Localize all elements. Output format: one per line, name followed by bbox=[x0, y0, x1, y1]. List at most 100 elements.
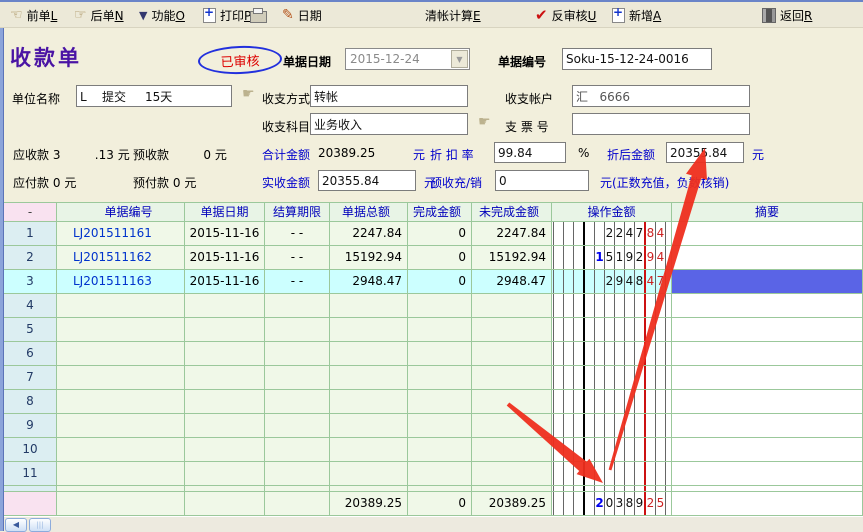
cell-op[interactable] bbox=[552, 462, 672, 486]
cell-num[interactable]: 11 bbox=[4, 462, 57, 486]
method-input[interactable] bbox=[310, 85, 468, 107]
cell-summary[interactable] bbox=[672, 342, 863, 366]
cell-num[interactable]: 3 bbox=[4, 270, 57, 294]
cell-undone[interactable] bbox=[472, 342, 552, 366]
cell-op[interactable]: 2038925 bbox=[552, 492, 672, 516]
cell-done[interactable]: 0 bbox=[408, 246, 472, 270]
cell-doc_no[interactable] bbox=[57, 294, 185, 318]
cell-summary[interactable] bbox=[672, 270, 863, 294]
cell-term[interactable] bbox=[265, 294, 330, 318]
cell-done[interactable] bbox=[408, 318, 472, 342]
cell-term[interactable]: - - bbox=[265, 246, 330, 270]
cell-done[interactable] bbox=[408, 342, 472, 366]
check-no-input[interactable] bbox=[572, 113, 750, 135]
cell-date[interactable] bbox=[185, 294, 265, 318]
cell-summary[interactable] bbox=[672, 492, 863, 516]
cell-num[interactable]: 4 bbox=[4, 294, 57, 318]
cell-summary[interactable] bbox=[672, 438, 863, 462]
cell-op[interactable]: 224784 bbox=[552, 222, 672, 246]
cell-term[interactable] bbox=[265, 414, 330, 438]
cell-term[interactable] bbox=[265, 366, 330, 390]
cell-op[interactable]: 294847 bbox=[552, 270, 672, 294]
cell-term[interactable]: - - bbox=[265, 270, 330, 294]
cell-done[interactable]: 0 bbox=[408, 270, 472, 294]
cell-doc_no[interactable]: LJ201511161 bbox=[57, 222, 185, 246]
cell-undone[interactable]: 15192.94 bbox=[472, 246, 552, 270]
table-row-7[interactable]: 7 bbox=[4, 366, 863, 390]
table-row-5[interactable]: 5 bbox=[4, 318, 863, 342]
cell-done[interactable] bbox=[408, 414, 472, 438]
cell-doc_no[interactable] bbox=[57, 366, 185, 390]
cell-op[interactable] bbox=[552, 366, 672, 390]
cell-undone[interactable] bbox=[472, 318, 552, 342]
cell-summary[interactable] bbox=[672, 222, 863, 246]
cell-num[interactable]: 1 bbox=[4, 222, 57, 246]
table-row-totals[interactable]: 20389.25020389.252038925 bbox=[4, 492, 863, 516]
cell-summary[interactable] bbox=[672, 390, 863, 414]
account-input[interactable] bbox=[572, 85, 750, 107]
cell-num[interactable]: 9 bbox=[4, 414, 57, 438]
cell-doc_no[interactable] bbox=[57, 390, 185, 414]
table-row-1[interactable]: 1LJ2015111612015-11-16- -2247.8402247.84… bbox=[4, 222, 863, 246]
toolbar-item-return[interactable]: 返回R bbox=[762, 2, 812, 28]
cell-date[interactable] bbox=[185, 462, 265, 486]
cell-total[interactable] bbox=[330, 414, 408, 438]
cell-done[interactable]: 0 bbox=[408, 222, 472, 246]
cell-op[interactable] bbox=[552, 318, 672, 342]
cell-num[interactable]: 5 bbox=[4, 318, 57, 342]
cell-doc_no[interactable] bbox=[57, 438, 185, 462]
cell-total[interactable]: 2247.84 bbox=[330, 222, 408, 246]
cell-op[interactable] bbox=[552, 294, 672, 318]
discounted-amount-input[interactable] bbox=[666, 142, 744, 163]
cell-undone[interactable] bbox=[472, 438, 552, 462]
cell-doc_no[interactable] bbox=[57, 462, 185, 486]
cell-done[interactable] bbox=[408, 390, 472, 414]
toolbar-item-calc[interactable]: 清帐计算E bbox=[425, 2, 481, 28]
cell-total[interactable] bbox=[330, 342, 408, 366]
cell-undone[interactable]: 20389.25 bbox=[472, 492, 552, 516]
cell-total[interactable] bbox=[330, 294, 408, 318]
cell-doc_no[interactable] bbox=[57, 342, 185, 366]
cell-date[interactable] bbox=[185, 438, 265, 462]
cell-num[interactable]: 8 bbox=[4, 390, 57, 414]
toolbar-item-print[interactable]: 打印P bbox=[203, 2, 251, 28]
cell-total[interactable] bbox=[330, 462, 408, 486]
subject-input[interactable] bbox=[310, 113, 468, 135]
cell-done[interactable] bbox=[408, 294, 472, 318]
cell-num[interactable]: 6 bbox=[4, 342, 57, 366]
cell-done[interactable]: 0 bbox=[408, 492, 472, 516]
cell-term[interactable] bbox=[265, 342, 330, 366]
cell-undone[interactable]: 2948.47 bbox=[472, 270, 552, 294]
cell-term[interactable] bbox=[265, 390, 330, 414]
cell-summary[interactable] bbox=[672, 414, 863, 438]
toolbar-item-next[interactable]: 后单N bbox=[74, 2, 124, 28]
table-row-9[interactable]: 9 bbox=[4, 414, 863, 438]
cell-undone[interactable] bbox=[472, 414, 552, 438]
cell-done[interactable] bbox=[408, 462, 472, 486]
cell-op[interactable] bbox=[552, 390, 672, 414]
cell-undone[interactable]: 2247.84 bbox=[472, 222, 552, 246]
cell-summary[interactable] bbox=[672, 318, 863, 342]
cell-op[interactable]: 1519294 bbox=[552, 246, 672, 270]
cell-term[interactable]: - - bbox=[265, 222, 330, 246]
cell-summary[interactable] bbox=[672, 294, 863, 318]
cell-total[interactable] bbox=[330, 390, 408, 414]
cell-term[interactable] bbox=[265, 318, 330, 342]
cell-summary[interactable] bbox=[672, 462, 863, 486]
cell-total[interactable]: 2948.47 bbox=[330, 270, 408, 294]
cell-doc_no[interactable] bbox=[57, 492, 185, 516]
toolbar-item-unaudit[interactable]: 反审核U bbox=[535, 2, 596, 28]
toolbar-item-date[interactable]: 日期 bbox=[282, 2, 322, 28]
doc-date-combobox[interactable]: 2015-12-24 ▼ bbox=[345, 48, 470, 70]
toolbar-item-printer[interactable] bbox=[250, 2, 267, 28]
cell-done[interactable] bbox=[408, 366, 472, 390]
cell-term[interactable] bbox=[265, 462, 330, 486]
cell-date[interactable]: 2015-11-16 bbox=[185, 270, 265, 294]
offset-input[interactable] bbox=[495, 170, 589, 191]
cell-op[interactable] bbox=[552, 414, 672, 438]
cell-op[interactable] bbox=[552, 342, 672, 366]
table-row-11[interactable]: 11 bbox=[4, 462, 863, 486]
cell-doc_no[interactable]: LJ201511162 bbox=[57, 246, 185, 270]
cell-num[interactable]: 10 bbox=[4, 438, 57, 462]
toolbar-item-new[interactable]: 新增A bbox=[612, 2, 661, 28]
